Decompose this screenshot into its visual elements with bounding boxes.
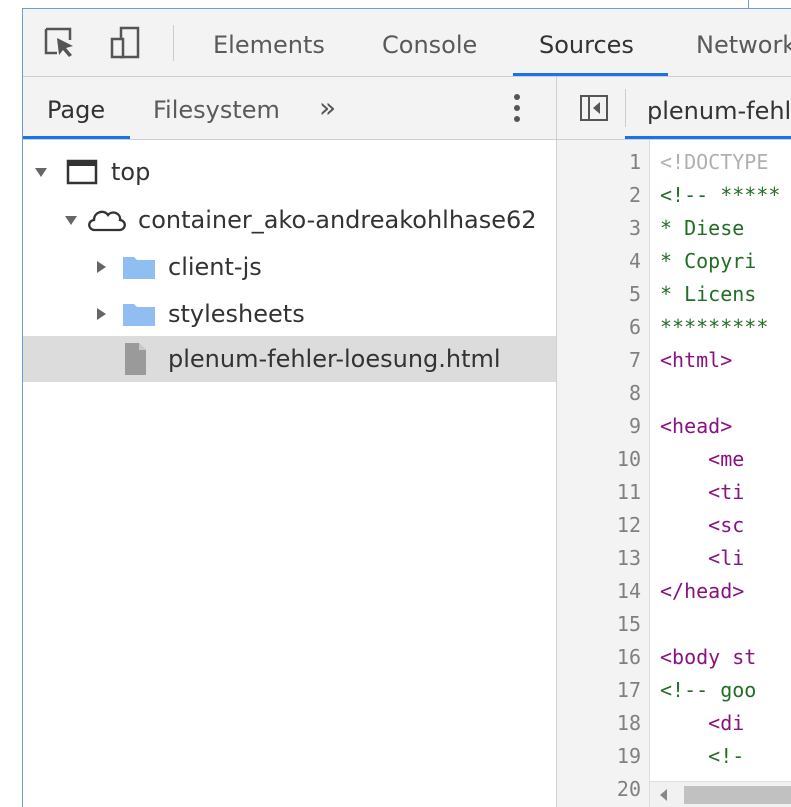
- line-number: 16: [616, 645, 641, 669]
- tree-item-top[interactable]: top: [23, 156, 556, 188]
- tree-item-label: stylesheets: [168, 300, 305, 328]
- tab-filesystem[interactable]: Filesystem: [153, 77, 280, 139]
- line-number: 13: [616, 546, 641, 570]
- tree-item-container[interactable]: container_ako-andreakohlhase62: [23, 204, 556, 236]
- code-line[interactable]: </head>: [660, 575, 744, 608]
- tab-sources[interactable]: Sources: [539, 9, 634, 76]
- tab-elements[interactable]: Elements: [213, 9, 325, 76]
- line-number: 8: [628, 381, 641, 405]
- window-edge: [748, 0, 749, 8]
- line-number: 4: [628, 249, 641, 273]
- line-number: 17: [616, 678, 641, 702]
- code-line[interactable]: <di: [660, 707, 744, 740]
- line-number: 10: [616, 447, 641, 471]
- device-toggle-icon[interactable]: [109, 26, 143, 60]
- line-number: 6: [628, 315, 641, 339]
- code-line[interactable]: <sc: [660, 509, 744, 542]
- collapsed-arrow-icon[interactable]: [93, 251, 109, 283]
- line-number: 5: [628, 282, 641, 306]
- navigator-active-indicator: [23, 136, 130, 139]
- scroll-left-arrow-icon[interactable]: [660, 789, 667, 801]
- line-number-gutter: 1 2 3 4 5 6 7 8 9 10 11 12 13 14 15 16 1…: [557, 140, 650, 807]
- tree-item-label: client-js: [168, 253, 262, 281]
- folder-icon: [121, 298, 157, 330]
- line-number: 9: [628, 414, 641, 438]
- line-number: 18: [616, 711, 641, 735]
- line-number: 3: [628, 216, 641, 240]
- code-line[interactable]: <!-: [660, 740, 744, 773]
- tree-item-client-js[interactable]: client-js: [23, 251, 556, 283]
- editor-tabbar: plenum-fehler-loesung.html: [557, 77, 791, 140]
- line-number: 19: [616, 744, 641, 768]
- tree-item-label: container_ako-andreakohlhase62: [138, 206, 537, 234]
- tab-page[interactable]: Page: [47, 77, 105, 139]
- code-line[interactable]: <!DOCTYPE: [660, 146, 768, 179]
- active-tab-indicator: [513, 73, 668, 76]
- horizontal-scrollbar[interactable]: [650, 781, 791, 807]
- expanded-arrow-icon[interactable]: [63, 204, 79, 236]
- toolbar-divider: [173, 25, 174, 61]
- code-line[interactable]: <li: [660, 542, 744, 575]
- line-number: 12: [616, 513, 641, 537]
- code-line[interactable]: <ti: [660, 476, 744, 509]
- inspect-element-icon[interactable]: [43, 26, 77, 60]
- expanded-arrow-icon[interactable]: [33, 156, 49, 188]
- editor-tab-divider: [625, 89, 626, 127]
- main-toolbar: Elements Console Sources Network: [23, 9, 791, 77]
- tree-item-label: top: [111, 158, 151, 186]
- toggle-navigator-icon[interactable]: [579, 93, 609, 123]
- code-line[interactable]: <head>: [660, 410, 732, 443]
- line-number: 7: [628, 348, 641, 372]
- line-number: 2: [628, 183, 641, 207]
- more-options-icon[interactable]: [507, 91, 527, 125]
- line-number: 14: [616, 579, 641, 603]
- editor-active-tab-indicator: [625, 136, 791, 139]
- line-number: 15: [616, 612, 641, 636]
- collapsed-arrow-icon[interactable]: [93, 298, 109, 330]
- code-line[interactable]: * Diese: [660, 212, 756, 245]
- code-line[interactable]: * Copyri: [660, 245, 756, 278]
- line-number: 11: [616, 480, 641, 504]
- frame-icon: [65, 156, 99, 188]
- file-icon: [121, 336, 151, 382]
- code-line[interactable]: <html>: [660, 344, 732, 377]
- code-line[interactable]: <body st: [660, 641, 756, 674]
- scrollbar-thumb[interactable]: [684, 786, 791, 804]
- code-line[interactable]: *********: [660, 311, 768, 344]
- tree-item-plenum-file[interactable]: plenum-fehler-loesung.html: [23, 336, 556, 382]
- devtools-window: Elements Console Sources Network Page Fi…: [22, 8, 791, 807]
- tab-console[interactable]: Console: [382, 9, 477, 76]
- navigator-tabbar: Page Filesystem »: [23, 77, 556, 140]
- folder-icon: [121, 251, 157, 283]
- tab-network[interactable]: Network: [696, 9, 791, 76]
- cloud-icon: [85, 204, 129, 236]
- tree-item-stylesheets[interactable]: stylesheets: [23, 298, 556, 330]
- tree-item-label: plenum-fehler-loesung.html: [168, 345, 501, 373]
- line-number: 20: [616, 777, 641, 801]
- line-number: 1: [628, 150, 641, 174]
- code-line[interactable]: <!-- goo: [660, 674, 756, 707]
- code-line[interactable]: <!-- *****: [660, 179, 780, 212]
- code-line[interactable]: * Licens: [660, 278, 756, 311]
- code-line[interactable]: <me: [660, 443, 744, 476]
- editor-file-tab[interactable]: plenum-fehler-loesung.html: [647, 77, 791, 139]
- more-tabs-button[interactable]: »: [319, 77, 336, 139]
